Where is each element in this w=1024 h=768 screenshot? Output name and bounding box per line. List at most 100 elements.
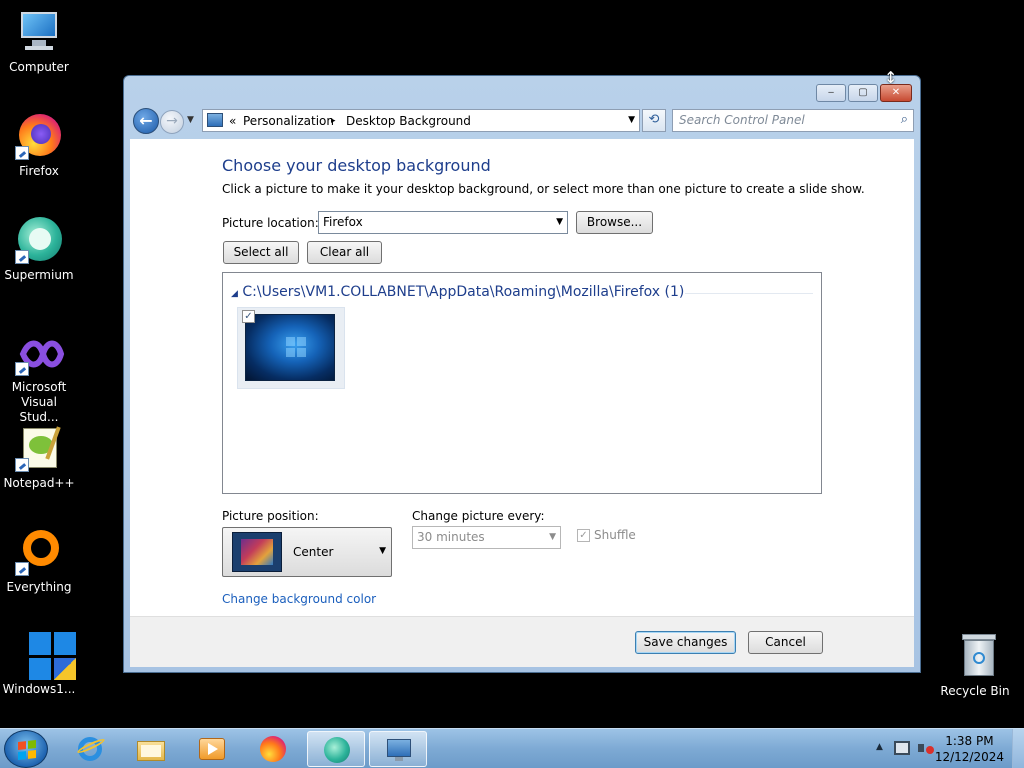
clear-all-button[interactable]: Clear all (307, 241, 382, 264)
network-icon[interactable] (894, 741, 910, 755)
desktop-icon-everything[interactable]: Everything (0, 528, 78, 595)
chevron-down-icon: ▼ (379, 546, 386, 556)
breadcrumb-personalization[interactable]: Personalization (243, 114, 334, 128)
address-dropdown-icon[interactable]: ▼ (628, 115, 635, 125)
file-explorer-icon (137, 735, 165, 763)
collapse-arrow-icon[interactable]: ◢ (231, 289, 238, 299)
picture-list[interactable]: ◢ C:\Users\VM1.COLLABNET\AppData\Roaming… (222, 272, 822, 494)
minimize-button[interactable]: ‒ (816, 84, 846, 102)
firefox-icon (15, 112, 63, 160)
dialog-footer: Save changes Cancel (130, 616, 914, 667)
desktop-icon-computer[interactable]: Computer (0, 8, 78, 75)
show-hidden-icons-button[interactable]: ▲ (876, 742, 883, 752)
select-all-button[interactable]: Select all (223, 241, 299, 264)
shortcut-arrow-icon (15, 458, 29, 472)
picture-group-header[interactable]: ◢ C:\Users\VM1.COLLABNET\AppData\Roaming… (231, 284, 684, 300)
internet-explorer-icon (76, 735, 106, 763)
desktop-icon-label: Windows1... (2, 682, 76, 696)
picture-location-value: Firefox (323, 215, 363, 229)
supermium-icon (15, 216, 63, 264)
windows-shield-icon (15, 630, 76, 680)
supermium-icon (323, 736, 351, 764)
group-divider (685, 293, 813, 294)
start-button[interactable] (4, 730, 48, 768)
search-input[interactable]: Search Control Panel ⌕ (672, 109, 914, 132)
cancel-button[interactable]: Cancel (748, 631, 823, 654)
control-panel-icon (207, 113, 223, 127)
save-changes-button[interactable]: Save changes (635, 631, 736, 654)
desktop-icon-recycle-bin[interactable]: Recycle Bin (936, 632, 1014, 699)
desktop-icon-visual-studio[interactable]: Microsoft Visual Stud... (0, 328, 78, 425)
change-background-color-link[interactable]: Change background color (222, 592, 376, 606)
picture-position-value: Center (293, 545, 334, 559)
search-placeholder: Search Control Panel (679, 113, 805, 127)
desktop-icon-supermium[interactable]: Supermium (0, 216, 78, 283)
taskbar-media-player[interactable] (183, 731, 241, 767)
windows-logo-icon (18, 740, 36, 760)
browse-button[interactable]: Browse... (576, 211, 653, 234)
desktop-icon-label: Computer (9, 60, 69, 74)
shuffle-label: Shuffle (594, 528, 636, 542)
show-desktop-button[interactable] (1012, 729, 1024, 768)
page-title: Choose your desktop background (222, 156, 491, 175)
picture-position-label: Picture position: (222, 509, 319, 523)
forward-button[interactable]: → (160, 110, 184, 134)
breadcrumb-desktop-background[interactable]: Desktop Background (346, 114, 471, 128)
desktop-icon-firefox[interactable]: Firefox (0, 112, 78, 179)
desktop-icon-label: Everything (6, 580, 72, 594)
control-panel-icon (385, 736, 413, 764)
breadcrumb-overflow[interactable]: « (229, 114, 236, 128)
search-icon[interactable]: ⌕ (901, 112, 908, 127)
picture-checkbox[interactable]: ✓ (242, 310, 255, 323)
desktop-icon-label: Firefox (19, 164, 59, 178)
change-picture-interval-select[interactable]: 30 minutes ▼ (412, 526, 561, 549)
picture-thumbnail[interactable]: ✓ (237, 307, 345, 389)
maximize-button[interactable]: ▢ (848, 84, 878, 102)
shortcut-arrow-icon (15, 562, 29, 576)
taskbar-internet-explorer[interactable] (61, 731, 119, 767)
breadcrumb-separator-icon[interactable]: ▸ (331, 116, 336, 126)
change-picture-interval-value: 30 minutes (417, 530, 485, 544)
shuffle-checkbox[interactable]: ✓ (577, 529, 590, 542)
navigation-bar: ← → ▼ « Personalization ▸ Desktop Backgr… (130, 107, 914, 135)
taskbar-supermium[interactable] (307, 731, 365, 767)
caption-buttons: ‒ ▢ ✕ (816, 84, 912, 102)
page-description: Click a picture to make it your desktop … (222, 182, 865, 196)
chevron-down-icon: ▼ (549, 532, 556, 542)
system-tray: ▲ 1:38 PM 12/12/2024 (864, 729, 1024, 768)
picture-location-label: Picture location: (222, 216, 319, 230)
shortcut-arrow-icon (15, 146, 29, 160)
desktop-icon-label: Microsoft Visual Stud... (11, 380, 67, 424)
refresh-icon: ⟲ (648, 112, 660, 127)
position-preview-image (232, 532, 282, 572)
desktop-icon-windows-shield[interactable]: Windows1... (0, 630, 78, 697)
resize-cursor-icon: ↕ (884, 68, 898, 87)
computer-icon (15, 8, 63, 56)
address-bar[interactable]: « Personalization ▸ Desktop Background ▼ (202, 109, 640, 132)
visual-studio-icon (15, 328, 65, 376)
shortcut-arrow-icon (15, 362, 29, 376)
clock[interactable]: 1:38 PM 12/12/2024 (935, 733, 1004, 765)
taskbar: ▲ 1:38 PM 12/12/2024 (0, 728, 1024, 768)
volume-muted-icon[interactable] (918, 740, 934, 756)
picture-location-select[interactable]: Firefox ▼ (318, 211, 568, 234)
taskbar-control-panel[interactable] (369, 731, 427, 767)
desktop-icon-label: Recycle Bin (940, 684, 1010, 698)
picture-position-select[interactable]: Center ▼ (222, 527, 392, 577)
refresh-button[interactable]: ⟲ (642, 109, 666, 132)
desktop: Computer Firefox Supermium Microsoft Vis… (0, 0, 1024, 768)
firefox-icon (259, 735, 287, 763)
everything-icon (15, 528, 63, 576)
taskbar-file-explorer[interactable] (122, 731, 180, 767)
back-button[interactable]: ← (133, 108, 159, 134)
wallpaper-preview-image (245, 314, 335, 381)
clock-date: 12/12/2024 (934, 750, 1004, 764)
taskbar-firefox[interactable] (244, 731, 302, 767)
recent-pages-dropdown[interactable]: ▼ (187, 115, 194, 125)
desktop-icon-label: Supermium (4, 268, 74, 282)
notepad-plus-plus-icon (15, 424, 63, 472)
desktop-background-window: ‒ ▢ ✕ ← → ▼ « Personalization ▸ Desktop … (123, 75, 921, 673)
desktop-icon-label: Notepad++ (3, 476, 75, 490)
shortcut-arrow-icon (15, 250, 29, 264)
desktop-icon-notepad-plus-plus[interactable]: Notepad++ (0, 424, 78, 491)
